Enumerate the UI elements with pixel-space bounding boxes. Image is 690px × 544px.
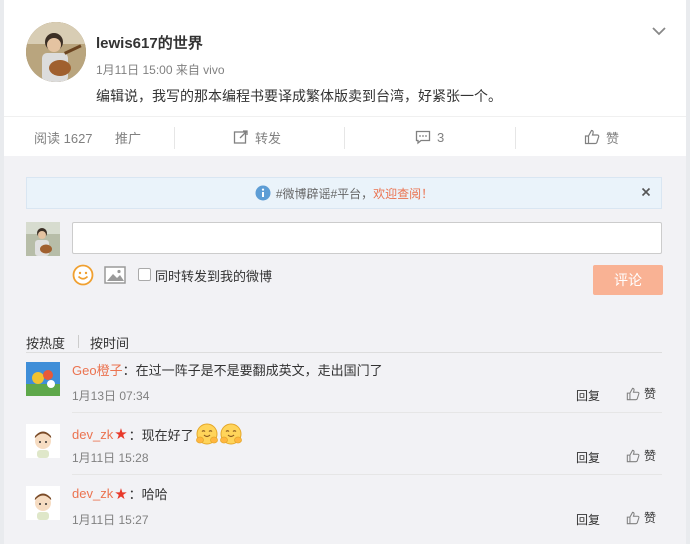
chevron-down-icon[interactable] bbox=[650, 24, 668, 38]
divider bbox=[72, 474, 662, 475]
sort-by-hot[interactable]: 按热度 bbox=[26, 333, 65, 352]
emoji-icon[interactable] bbox=[72, 264, 94, 286]
user-avatar[interactable] bbox=[26, 22, 86, 82]
forward-icon bbox=[233, 130, 248, 144]
post-text: 编辑说，我写的那本编程书要译成繁体版卖到台湾，好紧张一个。 bbox=[96, 88, 502, 104]
comment-input[interactable] bbox=[72, 222, 662, 254]
comment-content: dev_zk ★ ：哈哈 bbox=[72, 484, 168, 503]
sort-by-time[interactable]: 按时间 bbox=[90, 333, 129, 352]
divider bbox=[72, 412, 662, 413]
my-avatar[interactable] bbox=[26, 222, 60, 256]
reply-button[interactable]: 回复 bbox=[576, 449, 600, 466]
hug-emoji-icon bbox=[195, 423, 218, 445]
comment-like-button[interactable]: 赞 bbox=[626, 447, 656, 464]
post-meta: 1月11日 15:00 来自 vivo bbox=[96, 63, 225, 77]
comment-icon bbox=[415, 130, 431, 145]
comment-time: 1月13日 07:34 bbox=[72, 389, 150, 403]
reply-button[interactable]: 回复 bbox=[576, 387, 600, 404]
hug-emoji-icon bbox=[219, 423, 242, 445]
close-icon[interactable] bbox=[639, 185, 653, 199]
forward-checkbox[interactable] bbox=[138, 268, 151, 281]
commenter-avatar[interactable] bbox=[26, 486, 60, 520]
divider bbox=[174, 127, 175, 149]
thumbs-up-icon bbox=[626, 387, 640, 400]
thumbs-up-icon bbox=[626, 511, 640, 524]
comment-text: ：现在好了 bbox=[128, 427, 194, 443]
reply-button[interactable]: 回复 bbox=[576, 511, 600, 528]
notice-text: #微博辟谣#平台， bbox=[275, 186, 374, 201]
like-button[interactable]: 赞 bbox=[584, 117, 619, 157]
comment-text: ：哈哈 bbox=[128, 487, 168, 502]
weibo-post-card: lewis617的世界 1月11日 15:00 来自 vivo 编辑说，我写的那… bbox=[4, 0, 686, 544]
comment-time: 1月11日 15:27 bbox=[72, 513, 149, 527]
forward-checkbox-label[interactable]: 同时转发到我的微博 bbox=[155, 266, 272, 285]
action-bar: 阅读 1627 推广 转发 3 赞 bbox=[4, 116, 686, 156]
forward-button[interactable]: 转发 bbox=[233, 117, 281, 157]
star-badge-icon: ★ bbox=[114, 426, 128, 443]
comment-time: 1月11日 15:28 bbox=[72, 451, 149, 465]
comment-item: dev_zk ★ ：哈哈 1月11日 15:27 回复 赞 bbox=[26, 480, 662, 542]
post-username[interactable]: lewis617的世界 bbox=[96, 32, 203, 53]
comment-button[interactable]: 3 bbox=[415, 117, 444, 157]
comment-item: Geo橙子 ：在过一阵子是不是要翻成英文，走出国门了 1月13日 07:34 回复… bbox=[26, 356, 662, 418]
comment-text: ：在过一阵子是不是要翻成英文，走出国门了 bbox=[122, 363, 383, 378]
comment-content: dev_zk ★ ：现在好了 bbox=[72, 422, 243, 446]
promote-button[interactable]: 推广 bbox=[115, 117, 141, 157]
thumbs-up-icon bbox=[626, 449, 640, 462]
divider bbox=[344, 127, 345, 149]
star-badge-icon: ★ bbox=[114, 485, 128, 503]
comment-like-button[interactable]: 赞 bbox=[626, 509, 656, 526]
comment-area: #微博辟谣#平台， 欢迎查阅！ 同时转发到我的微博 评论 按热度 按时间 Geo… bbox=[4, 156, 686, 544]
commenter-avatar[interactable] bbox=[26, 424, 60, 458]
submit-comment-button[interactable]: 评论 bbox=[593, 265, 663, 295]
commenter-name[interactable]: Geo橙子 bbox=[72, 360, 123, 379]
info-icon bbox=[255, 185, 271, 201]
divider bbox=[515, 127, 516, 149]
rumor-notice: #微博辟谣#平台， 欢迎查阅！ bbox=[26, 177, 662, 209]
notice-link[interactable]: 欢迎查阅！ bbox=[373, 185, 433, 202]
comment-item: dev_zk ★ ：现在好了 1月11日 15:28 回复 赞 bbox=[26, 418, 662, 480]
read-count: 阅读 1627 bbox=[34, 130, 93, 146]
commenter-name[interactable]: dev_zk bbox=[72, 427, 113, 442]
image-icon[interactable] bbox=[104, 266, 126, 284]
divider bbox=[26, 352, 662, 353]
comment-like-button[interactable]: 赞 bbox=[626, 385, 656, 402]
commenter-avatar[interactable] bbox=[26, 362, 60, 396]
divider bbox=[78, 335, 79, 348]
commenter-name[interactable]: dev_zk bbox=[72, 486, 113, 501]
thumbs-up-icon bbox=[584, 129, 600, 145]
comment-content: Geo橙子 ：在过一阵子是不是要翻成英文，走出国门了 bbox=[72, 360, 383, 379]
